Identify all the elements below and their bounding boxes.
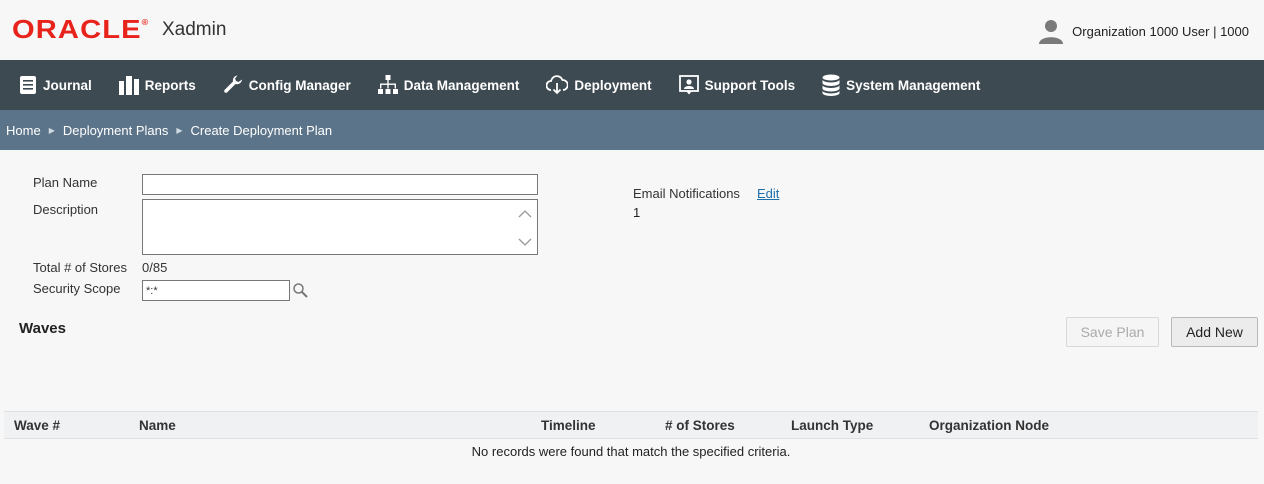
app-header: ORACLE® Xadmin Organization 1000 User | … [0,0,1264,60]
nav-reports[interactable]: Reports [118,75,196,95]
scroll-down-icon[interactable] [518,236,532,248]
user-avatar-icon [1039,20,1064,44]
column-header-name[interactable]: Name [139,418,176,433]
user-menu[interactable]: Organization 1000 User | 1000 [1038,18,1249,44]
nav-support-tools[interactable]: Support Tools [678,75,796,95]
email-count: 1 [633,205,641,220]
email-notifications-label: Email Notifications [633,186,740,201]
nav-label: Deployment [574,77,652,93]
nav-config-manager[interactable]: Config Manager [223,75,351,95]
hierarchy-icon [377,75,398,94]
wrench-icon [223,75,242,93]
nav-label: Data Management [403,77,520,93]
empty-table-message: No records were found that match the spe… [471,444,791,459]
breadcrumb-separator-icon: ▶ [48,125,55,135]
breadcrumb-home[interactable]: Home [6,123,41,138]
column-header-launch-type[interactable]: Launch Type [791,418,873,433]
reports-icon [118,76,139,95]
scroll-up-icon[interactable] [518,208,532,220]
security-scope-label: Security Scope [33,281,121,296]
add-new-button[interactable]: Add New [1171,317,1258,347]
nav-label: Reports [144,77,196,93]
user-label: Organization 1000 User | 1000 [1072,23,1249,39]
nav-label: Config Manager [248,77,351,93]
nav-label: Support Tools [704,77,796,93]
plan-name-input[interactable] [142,174,538,195]
nav-journal[interactable]: Journal [19,75,92,95]
breadcrumb-separator-icon: ▶ [176,125,183,135]
main-navbar: Journal Reports Config Manager Data Mana… [0,60,1264,110]
nav-deployment[interactable]: Deployment [546,75,652,95]
total-stores-value: 0/85 [142,260,168,275]
waves-title: Waves [19,320,66,337]
breadcrumb: Home ▶ Deployment Plans ▶ Create Deploym… [0,110,1264,150]
support-icon [678,75,699,95]
security-scope-input[interactable] [142,280,290,301]
column-header-organization-node[interactable]: Organization Node [929,418,1049,433]
breadcrumb-current: Create Deployment Plan [190,122,333,138]
oracle-logo: ORACLE® [12,14,149,44]
nav-label: Journal [43,77,92,93]
breadcrumb-deployment-plans[interactable]: Deployment Plans [63,123,169,138]
waves-table-header: Wave # Name Timeline # of Stores Launch … [4,411,1258,439]
nav-system-management[interactable]: System Management [822,74,980,96]
edit-email-link[interactable]: Edit [757,186,779,201]
column-header-wave[interactable]: Wave # [14,418,60,433]
nav-data-management[interactable]: Data Management [377,75,520,95]
save-plan-button[interactable]: Save Plan [1066,317,1159,347]
nav-label: System Management [846,77,981,93]
column-header-stores[interactable]: # of Stores [665,418,735,433]
database-icon [822,74,840,96]
search-icon[interactable] [292,282,308,298]
journal-icon [20,76,36,94]
cloud-download-icon [546,75,569,95]
app-name: Xadmin [162,19,227,40]
description-textarea[interactable] [142,199,538,255]
plan-name-label: Plan Name [33,175,98,190]
total-stores-label: Total # of Stores [33,260,127,275]
column-header-timeline[interactable]: Timeline [541,418,596,433]
description-label: Description [33,202,99,217]
